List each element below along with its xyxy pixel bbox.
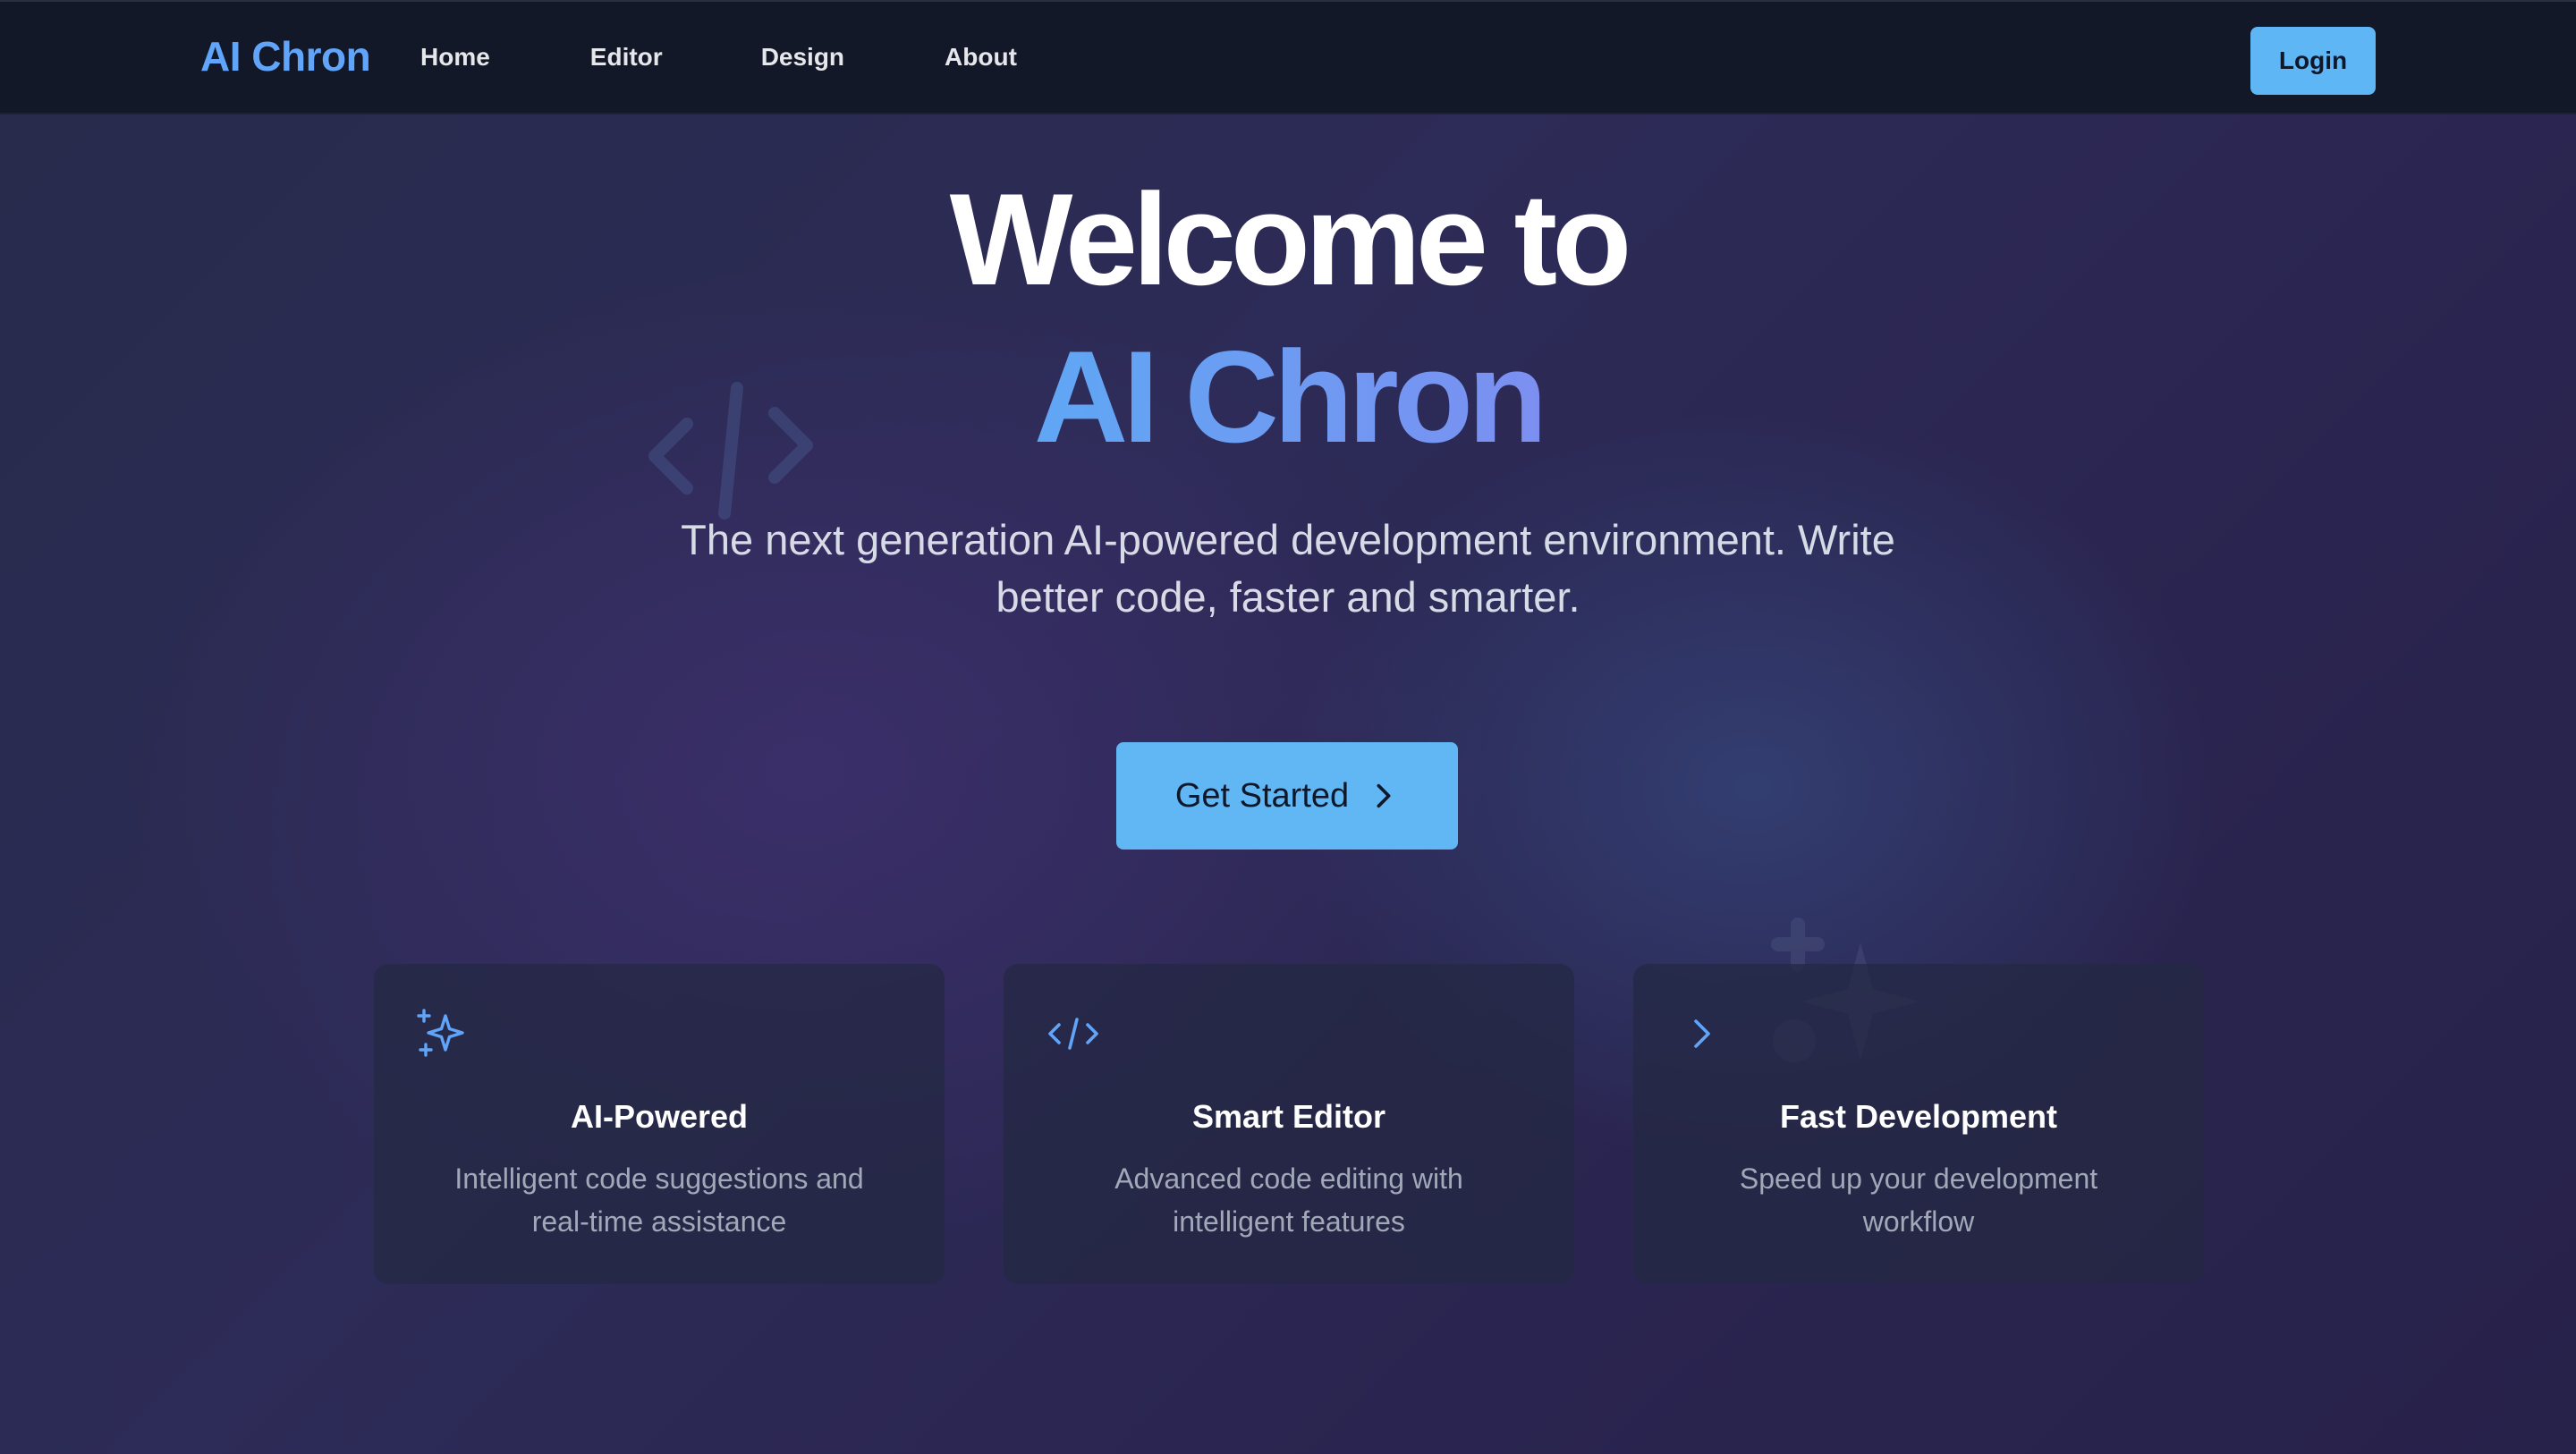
nav-links: Home Editor Design About <box>420 43 1117 72</box>
hero-subtitle: The next generation AI-powered developme… <box>681 516 1895 621</box>
nav-link-about[interactable]: About <box>945 43 1017 72</box>
feature-title: AI-Powered <box>570 1098 749 1135</box>
hero-brand-name: AI Chron <box>1033 324 1547 469</box>
feature-card-fast-development: Fast Development Speed up your developme… <box>1633 964 2204 1284</box>
login-button[interactable]: Login <box>2250 27 2376 95</box>
chevron-right-icon <box>1694 1019 1710 1048</box>
nav-link-home[interactable]: Home <box>420 43 490 72</box>
code-icon <box>1048 1018 1098 1050</box>
feature-description: Speed up your development workflow <box>1739 1162 2098 1238</box>
brand-logo[interactable]: AI Chron <box>200 32 371 80</box>
hero-title-line2: AI Chron <box>0 325 2576 469</box>
feature-title: Fast Development <box>1779 1098 2058 1135</box>
feature-description: Intelligent code suggestions and real-ti… <box>454 1162 864 1238</box>
get-started-button[interactable]: Get Started <box>1116 742 1458 850</box>
hero-title-line1: Welcome to <box>949 166 1632 312</box>
get-started-label: Get Started <box>1174 776 1350 815</box>
feature-title: Smart Editor <box>1191 1098 1386 1135</box>
sparkles-icon <box>417 1009 464 1057</box>
top-navbar: AI Chron Home Editor Design About Login <box>0 0 2576 114</box>
feature-description: Advanced code editing with intelligent f… <box>1114 1162 1463 1238</box>
nav-link-editor[interactable]: Editor <box>590 43 663 72</box>
feature-card-smart-editor: Smart Editor Advanced code editing with … <box>1004 964 1574 1284</box>
feature-card-ai-powered: AI-Powered Intelligent code suggestions … <box>374 964 945 1284</box>
chevron-right-icon <box>1377 783 1391 808</box>
nav-link-design[interactable]: Design <box>761 43 844 72</box>
